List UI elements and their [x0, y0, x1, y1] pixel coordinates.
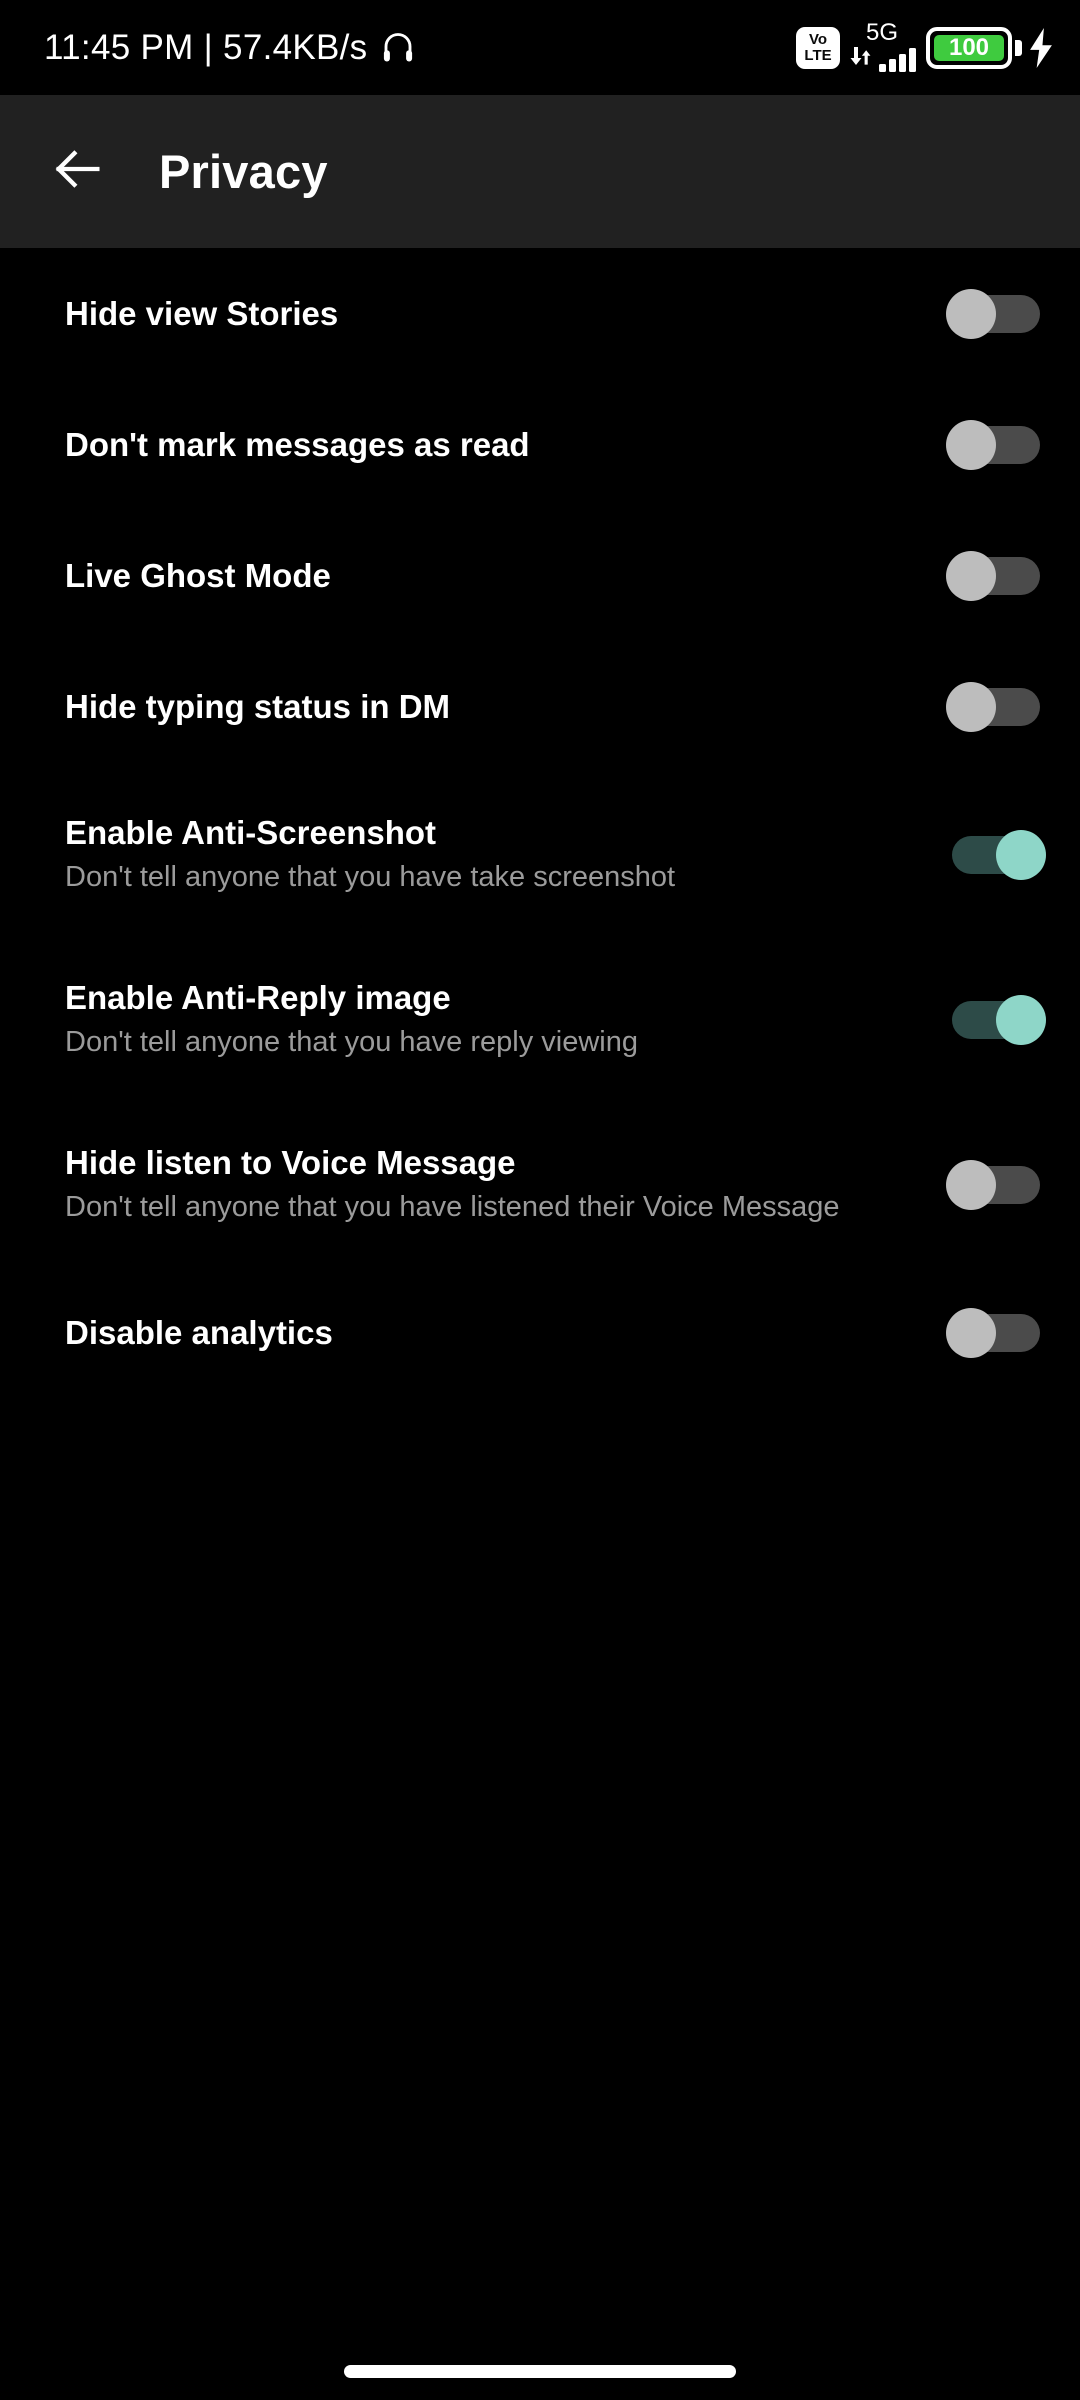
- setting-text-group: Don't mark messages as read: [65, 424, 550, 466]
- setting-row[interactable]: Hide listen to Voice Message Don't tell a…: [0, 1102, 1080, 1267]
- signal-bar-3: [899, 53, 906, 72]
- setting-text-group: Hide view Stories: [65, 293, 358, 335]
- setting-toggle[interactable]: [946, 419, 1046, 471]
- signal-bars-icon: [850, 46, 916, 72]
- setting-row[interactable]: Enable Anti-Reply image Don't tell anyone…: [0, 937, 1080, 1102]
- toggle-thumb: [946, 419, 996, 470]
- setting-toggle[interactable]: [946, 829, 1046, 881]
- arrow-left-icon: [49, 140, 107, 203]
- privacy-settings-list: Hide view Stories Don't mark messages as …: [0, 248, 1080, 1398]
- setting-subtitle: Don't tell anyone that you have take scr…: [65, 861, 676, 893]
- setting-text-group: Enable Anti-Screenshot Don't tell anyone …: [65, 812, 695, 897]
- signal-bar-1: [879, 63, 886, 72]
- battery-percent-label: 100: [948, 33, 990, 61]
- status-bar-left: 11:45 PM | 57.4KB/s: [44, 28, 416, 68]
- setting-subtitle: Don't tell anyone that you have listened…: [65, 1191, 840, 1223]
- setting-toggle[interactable]: [946, 1159, 1046, 1211]
- app-screen: 11:45 PM | 57.4KB/s Vo LTE 5G 100 Privac…: [0, 0, 1080, 2400]
- battery-fill: 100: [934, 33, 1004, 61]
- setting-toggle[interactable]: [946, 288, 1046, 340]
- setting-title: Hide typing status in DM: [65, 687, 451, 725]
- setting-title: Hide view Stories: [65, 294, 339, 332]
- signal-bar-2: [889, 58, 896, 72]
- setting-toggle[interactable]: [946, 1307, 1046, 1359]
- volte-icon: Vo LTE: [796, 26, 840, 69]
- setting-row[interactable]: Hide typing status in DM: [0, 641, 1080, 772]
- battery-icon: 100: [926, 26, 1054, 69]
- setting-toggle[interactable]: [946, 550, 1046, 602]
- setting-title: Disable analytics: [65, 1313, 333, 1351]
- status-bar: 11:45 PM | 57.4KB/s Vo LTE 5G 100: [0, 0, 1080, 95]
- setting-text-group: Hide typing status in DM: [65, 686, 470, 728]
- data-transfer-icon: [850, 43, 876, 72]
- lightning-bolt-icon: [1028, 27, 1054, 68]
- battery-body: 100: [926, 26, 1012, 69]
- home-gesture-bar[interactable]: [344, 2365, 736, 2378]
- app-header: Privacy: [0, 95, 1080, 248]
- toggle-thumb: [946, 681, 996, 732]
- setting-title: Don't mark messages as read: [65, 425, 530, 463]
- setting-text-group: Enable Anti-Reply image Don't tell anyone…: [65, 977, 658, 1062]
- setting-text-group: Disable analytics: [65, 1312, 353, 1354]
- battery-cap: [1015, 39, 1022, 56]
- volte-label-top: Vo: [808, 31, 828, 48]
- page-title: Privacy: [159, 145, 328, 198]
- setting-subtitle: Don't tell anyone that you have reply vi…: [65, 1026, 638, 1058]
- network-indicator: 5G: [850, 18, 916, 72]
- toggle-thumb: [946, 550, 996, 601]
- back-button[interactable]: [30, 124, 126, 220]
- setting-toggle[interactable]: [946, 681, 1046, 733]
- network-type-label: 5G: [866, 18, 899, 46]
- toggle-thumb: [946, 1159, 996, 1210]
- headphones-icon: [380, 30, 416, 66]
- volte-label-bottom: LTE: [804, 47, 832, 64]
- toggle-thumb: [996, 829, 1046, 880]
- setting-row[interactable]: Live Ghost Mode: [0, 510, 1080, 641]
- setting-row[interactable]: Disable analytics: [0, 1267, 1080, 1398]
- status-bar-right: Vo LTE 5G 100: [796, 18, 1062, 72]
- signal-bar-4: [909, 47, 916, 72]
- setting-title: Enable Anti-Reply image: [65, 979, 451, 1016]
- toggle-thumb: [946, 1307, 996, 1358]
- status-clock-and-netspeed: 11:45 PM | 57.4KB/s: [44, 27, 368, 67]
- toggle-thumb: [996, 994, 1046, 1045]
- setting-text-group: Live Ghost Mode: [65, 555, 351, 597]
- setting-row[interactable]: Hide view Stories: [0, 248, 1080, 379]
- setting-text-group: Hide listen to Voice Message Don't tell a…: [65, 1142, 860, 1227]
- setting-title: Live Ghost Mode: [65, 556, 331, 594]
- setting-title: Hide listen to Voice Message: [65, 1144, 516, 1181]
- setting-row[interactable]: Enable Anti-Screenshot Don't tell anyone …: [0, 772, 1080, 937]
- setting-toggle[interactable]: [946, 994, 1046, 1046]
- setting-row[interactable]: Don't mark messages as read: [0, 379, 1080, 510]
- setting-title: Enable Anti-Screenshot: [65, 814, 437, 851]
- toggle-thumb: [946, 288, 996, 339]
